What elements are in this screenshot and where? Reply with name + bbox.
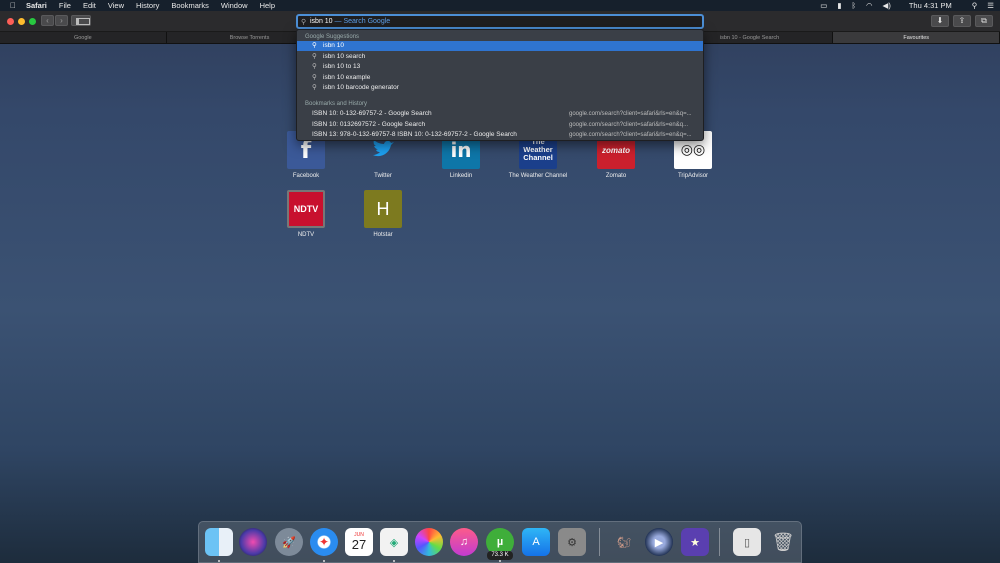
search-icon: ⚲ — [312, 73, 317, 81]
suggestion-item[interactable]: ⚲ isbn 10 barcode generator — [297, 83, 703, 93]
suggestions-header: Google Suggestions — [305, 34, 360, 40]
suggestion-item[interactable]: ⚲ isbn 10 example — [297, 73, 703, 83]
ndtv-icon: NDTV — [287, 190, 325, 228]
twitter-bird-icon — [373, 140, 394, 157]
search-icon: ⚲ — [301, 19, 307, 26]
history-item[interactable]: ISBN 13: 978-0-132-69757-8 ISBN 10: 0-13… — [297, 130, 703, 140]
menu-history[interactable]: History — [136, 1, 159, 10]
download-icon: ⬇ — [936, 16, 944, 25]
search-icon: ⚲ — [312, 84, 317, 91]
system-preferences-icon[interactable]: ⚙ — [558, 528, 586, 556]
bluetooth-icon[interactable]: ᛒ — [852, 1, 857, 10]
favourite-label: Zomato — [605, 173, 627, 179]
siri-icon[interactable] — [239, 528, 267, 556]
suggestion-item[interactable]: ⚲ isbn 10 — [297, 41, 703, 51]
menu-window[interactable]: Window — [221, 1, 248, 10]
itunes-icon[interactable]: ♫ — [450, 528, 478, 556]
display-icon[interactable]: ▭ — [820, 1, 827, 10]
downloads-button[interactable]: ⬇ — [931, 15, 949, 27]
minimize-window-button[interactable] — [18, 18, 25, 25]
compass-needle-icon: ✦ — [318, 535, 330, 549]
search-icon: ⚲ — [312, 52, 317, 60]
apple-menu-icon[interactable]:  — [10, 1, 20, 10]
back-button[interactable]: ‹ — [41, 15, 54, 26]
search-suggestions-dropdown: Google Suggestions ⚲ isbn 10 ⚲ isbn 10 sea… — [296, 29, 704, 141]
favourite-label: Twitter — [374, 173, 392, 179]
history-item[interactable]: ISBN 10: 0-132-69757-2 - Google Search go… — [297, 109, 703, 119]
finder-icon[interactable] — [205, 528, 233, 556]
history-item[interactable]: ISBN 10: 0132697572 - Google Search googl… — [297, 120, 703, 130]
favourite-label: Hotstar — [373, 232, 393, 238]
menu-edit[interactable]: Edit — [83, 1, 96, 10]
zoom-window-button[interactable] — [29, 18, 36, 25]
favourite-ndtv[interactable]: NDTV NDTV — [276, 190, 336, 239]
share-icon: ⇪ — [958, 16, 966, 25]
maps-icon[interactable]: ◈ — [380, 528, 408, 556]
app-menu[interactable]: Safari — [26, 1, 47, 10]
running-indicator — [499, 560, 501, 562]
address-query: isbn 10 — [310, 18, 333, 25]
chevron-left-icon: ‹ — [46, 16, 49, 25]
tab-google[interactable]: Google — [0, 32, 167, 43]
chevron-right-icon: › — [60, 16, 63, 25]
search-icon: ⚲ — [312, 42, 317, 49]
utorrent-badge: 73.3 K — [487, 551, 513, 560]
wifi-icon[interactable]: ◠ — [866, 1, 873, 10]
notification-center-icon[interactable]: ☰ — [987, 1, 994, 10]
dock-separator — [599, 528, 600, 556]
running-indicator — [393, 560, 395, 562]
favourite-label: TripAdvisor — [677, 173, 709, 179]
menu-bookmarks[interactable]: Bookmarks — [171, 1, 209, 10]
squirrel-app-icon[interactable]: 🐿 — [610, 528, 638, 556]
history-header: Bookmarks and History — [305, 101, 368, 107]
documents-stack-icon[interactable]: ▯ — [733, 528, 761, 556]
favourite-label: NDTV — [297, 232, 315, 238]
suggestion-item[interactable]: ⚲ isbn 10 search — [297, 52, 703, 62]
calendar-day: 27 — [351, 537, 367, 552]
clock[interactable]: Thu 4:31 PM — [909, 1, 952, 10]
favourite-label: Linkedin — [449, 173, 473, 179]
favourite-label: Facebook — [292, 173, 320, 179]
running-indicator — [323, 560, 325, 562]
search-icon: ⚲ — [312, 63, 317, 70]
menu-view[interactable]: View — [108, 1, 124, 10]
battery-icon[interactable]: ▮ — [837, 1, 841, 10]
menu-file[interactable]: File — [59, 1, 71, 10]
tabs-icon: ⧉ — [981, 16, 987, 25]
favourite-hotstar[interactable]: H Hotstar — [353, 190, 413, 239]
tab-overview-button[interactable]: ⧉ — [975, 15, 993, 27]
status-area: ▭ ▮ ᛒ ◠ ◀) Thu 4:31 PM ⚲ ☰ — [820, 0, 994, 11]
volume-icon[interactable]: ◀) — [883, 1, 891, 10]
menu-bar:  Safari File Edit View History Bookmark… — [0, 0, 1000, 11]
tab-favourites[interactable]: Favourites — [833, 32, 1000, 43]
trash-icon[interactable]: 🗑 — [769, 528, 797, 556]
forward-button[interactable]: › — [55, 15, 68, 26]
address-bar[interactable]: ⚲ isbn 10 — Search Google — [296, 14, 704, 29]
suggestion-item[interactable]: ⚲ isbn 10 to 13 — [297, 62, 703, 72]
dock-separator — [719, 528, 720, 556]
favourite-label: The Weather Channel — [508, 173, 568, 179]
imovie-icon[interactable]: ★ — [681, 528, 709, 556]
spotlight-icon[interactable]: ⚲ — [972, 1, 978, 10]
quicktime-icon[interactable]: ▶ — [645, 528, 673, 556]
menu-help[interactable]: Help — [260, 1, 275, 10]
share-button[interactable]: ⇪ — [953, 15, 971, 27]
sidebar-toggle-button[interactable] — [71, 15, 91, 26]
dock: 🚀 ✦ JUN 27 ◈ ♫ µ 73.3 K A ⚙ 🐿 ▶ ★ ▯ 🗑 — [198, 521, 802, 563]
safari-icon[interactable]: ✦ — [310, 528, 338, 556]
launchpad-icon[interactable]: 🚀 — [275, 528, 303, 556]
calendar-icon[interactable]: JUN 27 — [345, 528, 373, 556]
address-hint: — Search Google — [332, 18, 391, 25]
photos-icon[interactable] — [415, 528, 443, 556]
app-store-icon[interactable]: A — [522, 528, 550, 556]
hotstar-icon: H — [364, 190, 402, 228]
close-window-button[interactable] — [7, 18, 14, 25]
running-indicator — [218, 560, 220, 562]
